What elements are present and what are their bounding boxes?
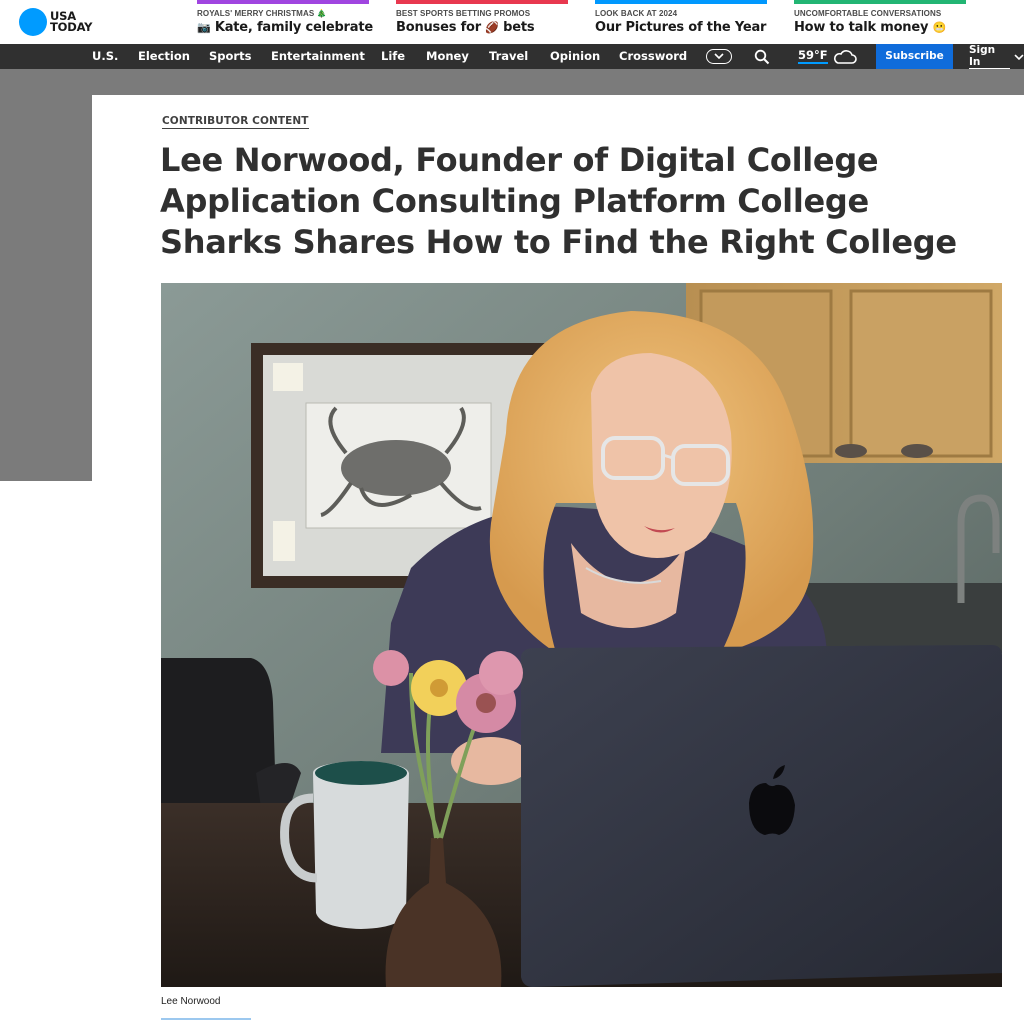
trending-story-royals[interactable]: ROYALS' MERRY CHRISTMAS 🎄 📷 Kate, family… — [197, 0, 373, 35]
chevron-down-icon — [714, 53, 724, 59]
nav-item-money[interactable]: Money — [426, 44, 469, 69]
nav-item-opinion[interactable]: Opinion — [550, 44, 600, 69]
caption-divider — [161, 1018, 251, 1020]
chevron-down-icon — [1014, 53, 1024, 60]
sign-in-button[interactable]: Sign In — [969, 44, 1024, 69]
woman-at-laptop-photo — [161, 283, 1002, 987]
trending-headline[interactable]: Our Pictures of the Year — [595, 20, 767, 35]
main-nav: U.S. Election Sports Entertainment Life … — [0, 44, 1024, 69]
trending-rule — [197, 0, 369, 4]
trending-kicker: BEST SPORTS BETTING PROMOS — [396, 9, 531, 18]
backdrop-left-panel — [0, 95, 92, 481]
weather-widget[interactable]: 59°F — [798, 44, 858, 69]
photo-caption: Lee Norwood — [161, 996, 221, 1007]
logo-wordmark: USA TODAY — [50, 9, 93, 34]
nav-item-crossword[interactable]: Crossword — [619, 44, 687, 69]
football-icon: 🏈 — [485, 21, 499, 34]
backdrop-band — [0, 69, 1024, 95]
nav-item-life[interactable]: Life — [381, 44, 405, 69]
article-photo — [161, 283, 1002, 987]
trending-headline[interactable]: 📷 Kate, family celebrate — [197, 20, 373, 35]
search-button[interactable] — [754, 49, 770, 70]
nav-item-us[interactable]: U.S. — [92, 44, 118, 69]
trending-story-money[interactable]: UNCOMFORTABLE CONVERSATIONS How to talk … — [794, 0, 966, 35]
nav-item-election[interactable]: Election — [138, 44, 190, 69]
trending-kicker: ROYALS' MERRY CHRISTMAS 🎄 — [197, 9, 327, 18]
trending-headline[interactable]: Bonuses for 🏈 bets — [396, 20, 568, 35]
trending-story-pictures[interactable]: LOOK BACK AT 2024 Our Pictures of the Ye… — [595, 0, 767, 35]
trending-rule — [794, 0, 966, 4]
logo-dot — [19, 8, 47, 36]
trending-story-betting[interactable]: BEST SPORTS BETTING PROMOS Bonuses for 🏈… — [396, 0, 568, 35]
top-trending-bar: USA TODAY ROYALS' MERRY CHRISTMAS 🎄 📷 Ka… — [0, 0, 1024, 44]
grimace-emoji-icon: 😬 — [932, 21, 947, 34]
search-icon — [754, 49, 770, 65]
trending-rule — [595, 0, 767, 4]
contributor-content-label[interactable]: CONTRIBUTOR CONTENT — [162, 115, 309, 129]
trending-kicker: LOOK BACK AT 2024 — [595, 9, 678, 18]
nav-item-sports[interactable]: Sports — [209, 44, 251, 69]
weather-temp: 59°F — [798, 48, 828, 64]
trending-kicker: UNCOMFORTABLE CONVERSATIONS — [794, 9, 942, 18]
nav-item-entertainment[interactable]: Entertainment — [271, 44, 365, 69]
cloud-icon — [833, 49, 857, 64]
trending-rule — [396, 0, 568, 4]
more-menu-button[interactable] — [706, 49, 732, 64]
usa-today-logo[interactable]: USA TODAY — [19, 8, 92, 36]
subscribe-button[interactable]: Subscribe — [876, 44, 953, 69]
nav-item-travel[interactable]: Travel — [489, 44, 528, 69]
trending-headline[interactable]: How to talk money 😬 — [794, 20, 966, 35]
article-headline: Lee Norwood, Founder of Digital College … — [160, 141, 957, 261]
camera-icon: 📷 — [197, 21, 211, 34]
